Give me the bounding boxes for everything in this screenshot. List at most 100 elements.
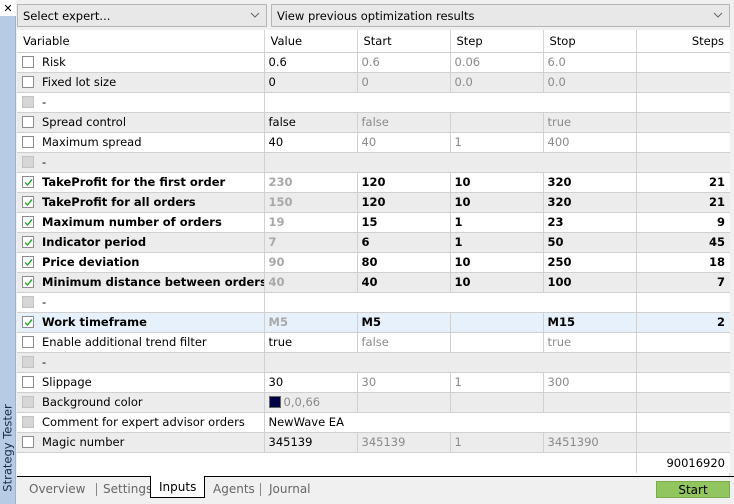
start-button[interactable]: Start xyxy=(656,481,730,498)
cell-stop[interactable]: 100 xyxy=(543,271,637,292)
cell-variable[interactable]: Background color xyxy=(17,391,265,412)
cell-variable[interactable]: Slippage xyxy=(17,371,265,392)
cell-value[interactable]: 7 xyxy=(264,231,358,252)
cell-variable[interactable]: Magic number xyxy=(17,431,265,452)
cell-stop[interactable]: true xyxy=(543,111,637,132)
cell-step[interactable] xyxy=(450,311,544,332)
optimize-checkbox[interactable] xyxy=(22,356,34,368)
cell-step[interactable]: 1 xyxy=(450,431,544,452)
header-step[interactable]: Step xyxy=(450,30,544,52)
table-row[interactable]: Price deviation 90 80 10 250 18 xyxy=(17,251,730,272)
cell-value[interactable]: 0,0,66 xyxy=(264,391,358,412)
table-row[interactable]: TakeProfit for all orders 150 120 10 320 21 xyxy=(17,191,730,212)
cell-stop[interactable]: 0.0 xyxy=(543,71,637,92)
cell-variable[interactable]: - xyxy=(17,291,265,312)
cell-value[interactable]: NewWave EA xyxy=(264,411,637,432)
cell-start[interactable]: 40 xyxy=(357,131,451,152)
cell-value[interactable]: 150 xyxy=(264,191,358,212)
cell-value[interactable]: 19 xyxy=(264,211,358,232)
optimize-checkbox[interactable] xyxy=(22,136,34,148)
cell-value[interactable]: 345139 xyxy=(264,431,358,452)
separator-row[interactable]: - xyxy=(17,91,730,112)
cell-step[interactable]: 10 xyxy=(450,191,544,212)
cell-stop[interactable]: 6.0 xyxy=(543,51,637,72)
header-value[interactable]: Value xyxy=(264,30,358,52)
cell-stop[interactable]: 50 xyxy=(543,231,637,252)
optimize-checkbox[interactable] xyxy=(22,56,34,68)
optimize-checkbox[interactable] xyxy=(22,76,34,88)
cell-start[interactable]: 345139 xyxy=(357,431,451,452)
optimize-checkbox[interactable] xyxy=(22,276,34,288)
optimize-checkbox[interactable] xyxy=(22,116,34,128)
cell-value[interactable]: 0 xyxy=(264,71,358,92)
cell-value[interactable]: false xyxy=(264,111,358,132)
optimize-checkbox[interactable] xyxy=(22,396,34,408)
cell-stop[interactable]: 3451390 xyxy=(543,431,637,452)
cell-step[interactable] xyxy=(450,111,544,132)
optimize-checkbox[interactable] xyxy=(22,316,34,328)
cell-variable[interactable]: - xyxy=(17,151,265,172)
cell-variable[interactable]: Minimum distance between orders xyxy=(17,271,265,292)
tab-overview[interactable]: Overview xyxy=(29,479,86,499)
optimize-checkbox[interactable] xyxy=(22,336,34,348)
cell-start[interactable]: 6 xyxy=(357,231,451,252)
cell-step[interactable]: 1 xyxy=(450,131,544,152)
cell-step[interactable]: 10 xyxy=(450,171,544,192)
cell-stop[interactable]: 300 xyxy=(543,371,637,392)
cell-start[interactable]: 120 xyxy=(357,171,451,192)
cell-start[interactable]: M5 xyxy=(357,311,451,332)
cell-variable[interactable]: Comment for expert advisor orders xyxy=(17,411,265,432)
cell-step[interactable] xyxy=(450,331,544,352)
optimize-checkbox[interactable] xyxy=(22,376,34,388)
cell-step[interactable]: 0.06 xyxy=(450,51,544,72)
cell-start[interactable]: 30 xyxy=(357,371,451,392)
header-steps[interactable]: Steps xyxy=(636,30,730,52)
cell-stop[interactable]: 250 xyxy=(543,251,637,272)
optimize-checkbox[interactable] xyxy=(22,216,34,228)
close-icon[interactable]: ✕ xyxy=(0,0,16,16)
cell-step[interactable]: 10 xyxy=(450,271,544,292)
tab-inputs[interactable]: Inputs xyxy=(150,476,206,498)
cell-value[interactable]: true xyxy=(264,331,358,352)
cell-start[interactable]: false xyxy=(357,111,451,132)
cell-variable[interactable]: Risk xyxy=(17,51,265,72)
table-row[interactable]: Work timeframe M5 M5 M15 2 xyxy=(17,311,730,332)
tab-journal[interactable]: Journal xyxy=(269,479,311,499)
cell-start[interactable]: 0.6 xyxy=(357,51,451,72)
table-row[interactable]: Fixed lot size 0 0 0.0 0.0 xyxy=(17,71,730,92)
tab-settings[interactable]: Settings xyxy=(103,479,152,499)
cell-step[interactable]: 0.0 xyxy=(450,71,544,92)
cell-value[interactable]: 230 xyxy=(264,171,358,192)
cell-variable[interactable]: Work timeframe xyxy=(17,311,265,332)
cell-value[interactable]: 90 xyxy=(264,251,358,272)
header-variable[interactable]: Variable xyxy=(17,30,265,52)
optimize-checkbox[interactable] xyxy=(22,156,34,168)
cell-stop[interactable]: 400 xyxy=(543,131,637,152)
optimize-checkbox[interactable] xyxy=(22,196,34,208)
table-row[interactable]: Spread control false false true xyxy=(17,111,730,132)
header-stop[interactable]: Stop xyxy=(543,30,637,52)
cell-value[interactable]: 40 xyxy=(264,131,358,152)
header-start[interactable]: Start xyxy=(357,30,451,52)
cell-variable[interactable]: Maximum number of orders xyxy=(17,211,265,232)
separator-row[interactable]: - xyxy=(17,351,730,372)
cell-start[interactable]: false xyxy=(357,331,451,352)
separator-row[interactable]: - xyxy=(17,291,730,312)
table-row[interactable]: Enable additional trend filter true false t… xyxy=(17,331,730,352)
table-row[interactable]: Magic number 345139 345139 1 3451390 xyxy=(17,431,730,452)
cell-stop[interactable]: M15 xyxy=(543,311,637,332)
cell-variable[interactable]: Indicator period xyxy=(17,231,265,252)
cell-start[interactable]: 120 xyxy=(357,191,451,212)
cell-stop[interactable]: 320 xyxy=(543,171,637,192)
cell-variable[interactable]: Enable additional trend filter xyxy=(17,331,265,352)
table-row[interactable]: Indicator period 7 6 1 50 45 xyxy=(17,231,730,252)
cell-value[interactable]: 0.6 xyxy=(264,51,358,72)
optimize-checkbox[interactable] xyxy=(22,96,34,108)
cell-start[interactable]: 40 xyxy=(357,271,451,292)
cell-variable[interactable]: Price deviation xyxy=(17,251,265,272)
table-row[interactable]: Risk 0.6 0.6 0.06 6.0 xyxy=(17,51,730,72)
cell-step[interactable]: 1 xyxy=(450,211,544,232)
cell-start[interactable]: 15 xyxy=(357,211,451,232)
cell-step[interactable]: 1 xyxy=(450,231,544,252)
optimize-checkbox[interactable] xyxy=(22,236,34,248)
